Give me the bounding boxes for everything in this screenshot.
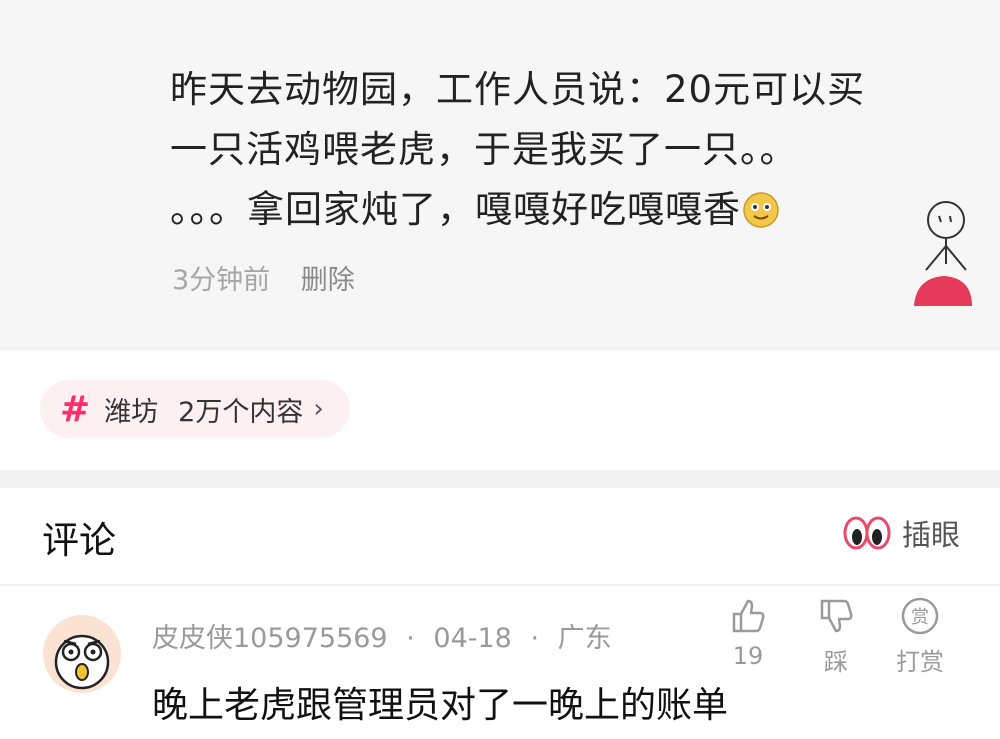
comment-meta: 皮皮侠105975569 · 04-18 · 广东 [152,616,612,655]
quoted-post-card: 昨天去动物园，工作人员说：20元可以买 一只活鸡喂老虎，于是我买了一只。。 。。… [0,0,1000,348]
dislike-button[interactable]: 踩 [806,596,866,677]
separator-dot: · [406,623,415,654]
separator-dot: · [530,623,540,654]
post-time: 3分钟前 [172,265,271,296]
post-meta: 3分钟前 删除 [172,258,355,297]
comment-date: 04-18 [433,623,512,654]
post-line-1: 昨天去动物园，工作人员说：20元可以买 [170,68,866,111]
topic-count: 2万个内容 [178,396,304,428]
topic-tag[interactable]: # 潍坊 2万个内容 › [40,380,350,438]
laughing-emoji-icon [743,192,779,228]
hash-icon: # [60,388,91,430]
post-line-3-text: 。。。拿回家炖了，嘎嘎好吃嘎嘎香 [170,188,741,231]
dislike-label: 踩 [824,648,848,676]
like-button[interactable]: 19 [718,596,778,670]
thumbs-up-icon [732,599,765,633]
comments-title: 评论 [42,519,116,562]
reward-icon: 赏 [901,597,939,635]
header-divider [0,584,1000,586]
like-count: 19 [732,642,764,670]
thumbs-down-icon [820,599,853,633]
comment-username[interactable]: 皮皮侠105975569 [152,623,388,654]
comment-text: 晚上老虎跟管理员对了一晚上的账单 [152,685,729,726]
post-line-2: 一只活鸡喂老虎，于是我买了一只。。 [170,128,798,171]
post-text: 昨天去动物园，工作人员说：20元可以买 一只活鸡喂老虎，于是我买了一只。。 。。… [170,60,960,240]
reward-icon-char: 赏 [911,607,929,628]
section-divider [0,470,1000,488]
card-divider [0,348,1000,352]
reward-button[interactable]: 赏 打赏 [890,596,950,677]
topic-name: 潍坊 [104,396,159,428]
post-line-3: 。。。拿回家炖了，嘎嘎好吃嘎嘎香 [170,180,960,240]
reward-label: 打赏 [896,648,944,676]
stick-figure-icon [914,201,972,306]
eyes-label: 插眼 [901,518,960,552]
avatar[interactable] [42,614,122,694]
chevron-right-icon: › [313,394,324,424]
eyes-icon [843,516,891,550]
mark-eye-button[interactable]: 插眼 [842,512,960,554]
delete-link[interactable]: 删除 [301,265,355,296]
comment-location: 广东 [557,623,612,654]
